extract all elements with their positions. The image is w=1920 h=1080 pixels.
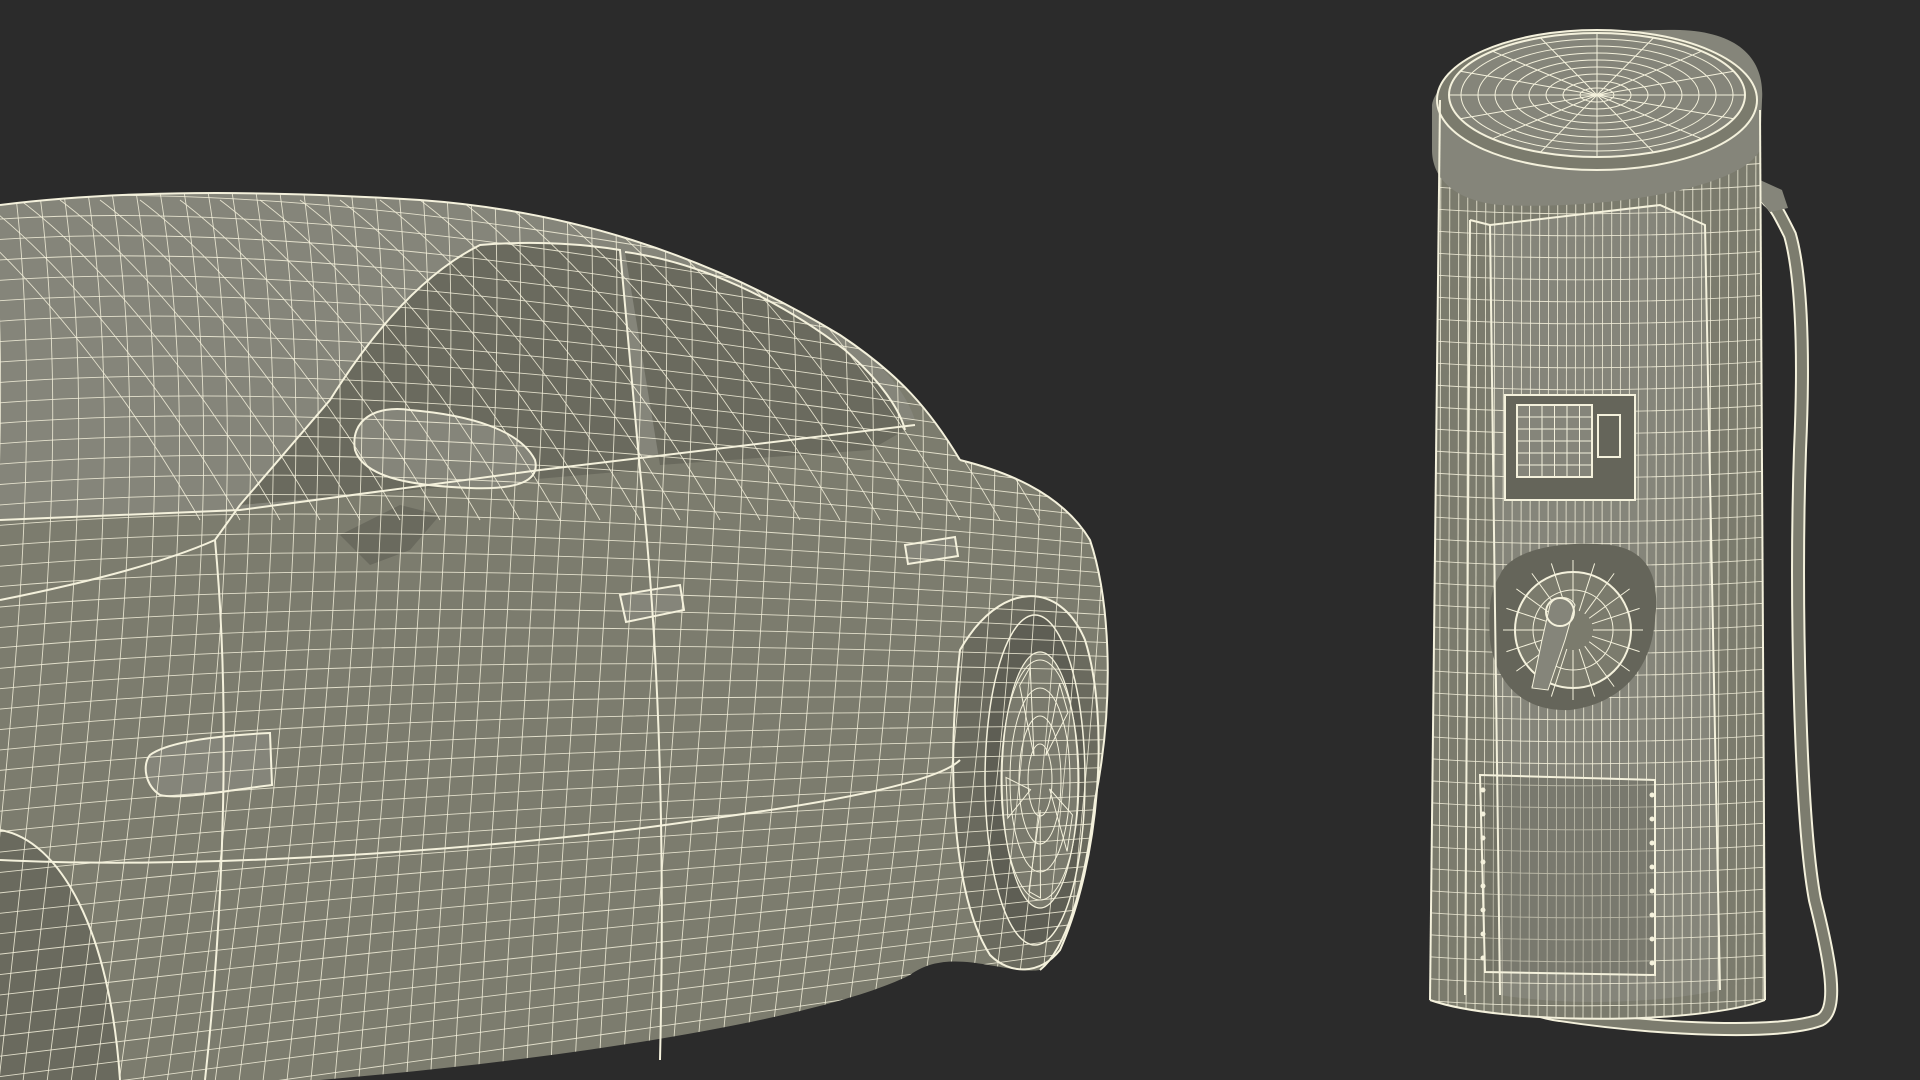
panel-rivet	[1480, 811, 1486, 817]
panel-rivet	[1649, 864, 1655, 870]
panel-rivet	[1480, 883, 1486, 889]
panel-rivet	[1480, 931, 1486, 937]
car-model	[0, 192, 1109, 1080]
cable-hook	[1760, 180, 1788, 212]
panel-rivet	[1649, 912, 1655, 918]
panel-rivet	[1649, 936, 1655, 942]
station-service-panel	[1478, 773, 1656, 977]
panel-rivet	[1480, 859, 1486, 865]
panel-rivet	[1649, 816, 1655, 822]
panel-rivet	[1649, 888, 1655, 894]
panel-rivet	[1649, 792, 1655, 798]
panel-rivet	[1480, 787, 1486, 793]
panel-rivet	[1480, 835, 1486, 841]
charging-station-model	[1429, 29, 1839, 1037]
panel-rivet	[1649, 960, 1655, 966]
station-top-cap	[1432, 29, 1763, 206]
render-viewport	[0, 0, 1920, 1080]
panel-rivet	[1480, 955, 1486, 961]
wireframe-scene	[0, 29, 1839, 1080]
station-display-screen	[1504, 394, 1636, 501]
panel-rivet	[1480, 907, 1486, 913]
panel-rivet	[1649, 840, 1655, 846]
